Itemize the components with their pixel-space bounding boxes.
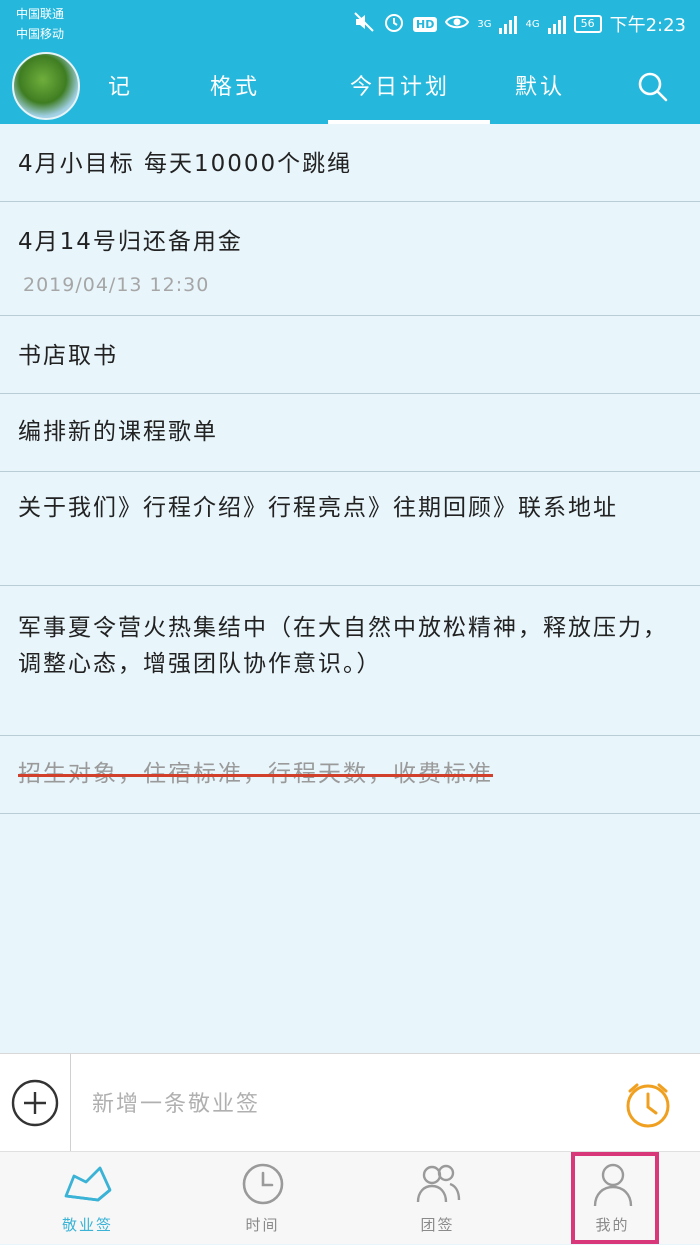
note-item[interactable]: 书店取书 <box>0 316 700 394</box>
nav-label: 敬业签 <box>61 1216 113 1234</box>
nav-label: 我的 <box>595 1216 630 1234</box>
carrier-label-2: 中国移动 <box>16 27 65 41</box>
mute-icon <box>353 11 375 38</box>
tab-default[interactable]: 默认 <box>515 48 565 124</box>
network-3g-label: 3G <box>477 18 492 30</box>
plus-circle-icon <box>11 1079 59 1127</box>
note-list: 4月小目标 每天10000个跳绳 4月14号归还备用金 2019/04/13 1… <box>0 124 700 814</box>
new-note-bar <box>0 1053 700 1152</box>
note-text: 书店取书 <box>18 343 118 369</box>
user-avatar[interactable] <box>12 52 80 120</box>
status-bar: 中国联通 中国移动 HD 3G 4G 56 下午2:23 <box>0 0 700 48</box>
eye-icon <box>445 13 470 36</box>
nav-time[interactable]: 时间 <box>175 1152 350 1245</box>
clock-icon <box>242 1163 284 1205</box>
note-text: 4月14号归还备用金 <box>18 229 243 255</box>
nav-jingyeqian[interactable]: 敬业签 <box>0 1152 175 1245</box>
carrier-label-1: 中国联通 <box>16 7 65 21</box>
tab-today-plan[interactable]: 今日计划 <box>350 48 450 124</box>
input-divider <box>70 1054 71 1152</box>
note-text: 4月小目标 每天10000个跳绳 <box>18 151 353 177</box>
reminder-button[interactable] <box>622 1078 674 1130</box>
note-item[interactable]: 4月小目标 每天10000个跳绳 <box>0 124 700 202</box>
tab-format[interactable]: 格式 <box>210 48 260 124</box>
battery-icon: 56 <box>573 15 602 33</box>
group-icon <box>416 1164 461 1203</box>
add-note-button[interactable] <box>11 1079 59 1127</box>
nav-mine[interactable]: 我的 <box>525 1152 700 1245</box>
alarm-icon <box>383 11 405 38</box>
note-item[interactable]: 4月14号归还备用金 2019/04/13 12:30 <box>0 202 700 316</box>
note-text: 关于我们》行程介绍》行程亮点》往期回顾》联系地址 <box>18 495 618 521</box>
note-reminder-date: 2019/04/13 12:30 <box>23 274 210 296</box>
network-4g-label: 4G <box>525 18 540 30</box>
nav-label: 团签 <box>420 1216 455 1234</box>
signal-icon-1 <box>499 14 518 34</box>
note-item[interactable]: 编排新的课程歌单 <box>0 394 700 472</box>
tab-note[interactable]: 记 <box>108 48 138 124</box>
bottom-navigation: 敬业签 时间 团签 我的 <box>0 1151 700 1244</box>
signal-icon-2 <box>547 14 566 34</box>
note-text: 军事夏令营火热集结中（在大自然中放松精神，释放压力，调整心态，增强团队协作意识。… <box>18 615 668 677</box>
new-note-input[interactable] <box>90 1078 594 1130</box>
note-text-strikethrough: 招生对象，住宿标准，行程天数，收费标准 <box>18 756 493 792</box>
search-button[interactable] <box>636 70 670 104</box>
alarm-clock-icon <box>626 1083 670 1128</box>
nav-label: 时间 <box>245 1216 280 1234</box>
note-item[interactable]: 关于我们》行程介绍》行程亮点》往期回顾》联系地址 <box>0 472 700 586</box>
nav-team[interactable]: 团签 <box>350 1152 525 1245</box>
top-bar: 记 格式 今日计划 默认 <box>0 48 700 124</box>
status-time: 下午2:23 <box>609 15 686 36</box>
hd-badge: HD <box>412 16 438 32</box>
strikethrough-line <box>18 774 493 777</box>
note-stack-icon <box>64 1166 112 1202</box>
person-icon <box>593 1163 633 1207</box>
note-item[interactable]: 军事夏令营火热集结中（在大自然中放松精神，释放压力，调整心态，增强团队协作意识。… <box>0 586 700 736</box>
search-icon <box>638 72 668 102</box>
note-text: 编排新的课程歌单 <box>18 419 218 445</box>
note-item-completed[interactable]: 招生对象，住宿标准，行程天数，收费标准 <box>0 736 700 814</box>
status-icons: HD 3G 4G 56 下午2:23 <box>353 8 686 40</box>
